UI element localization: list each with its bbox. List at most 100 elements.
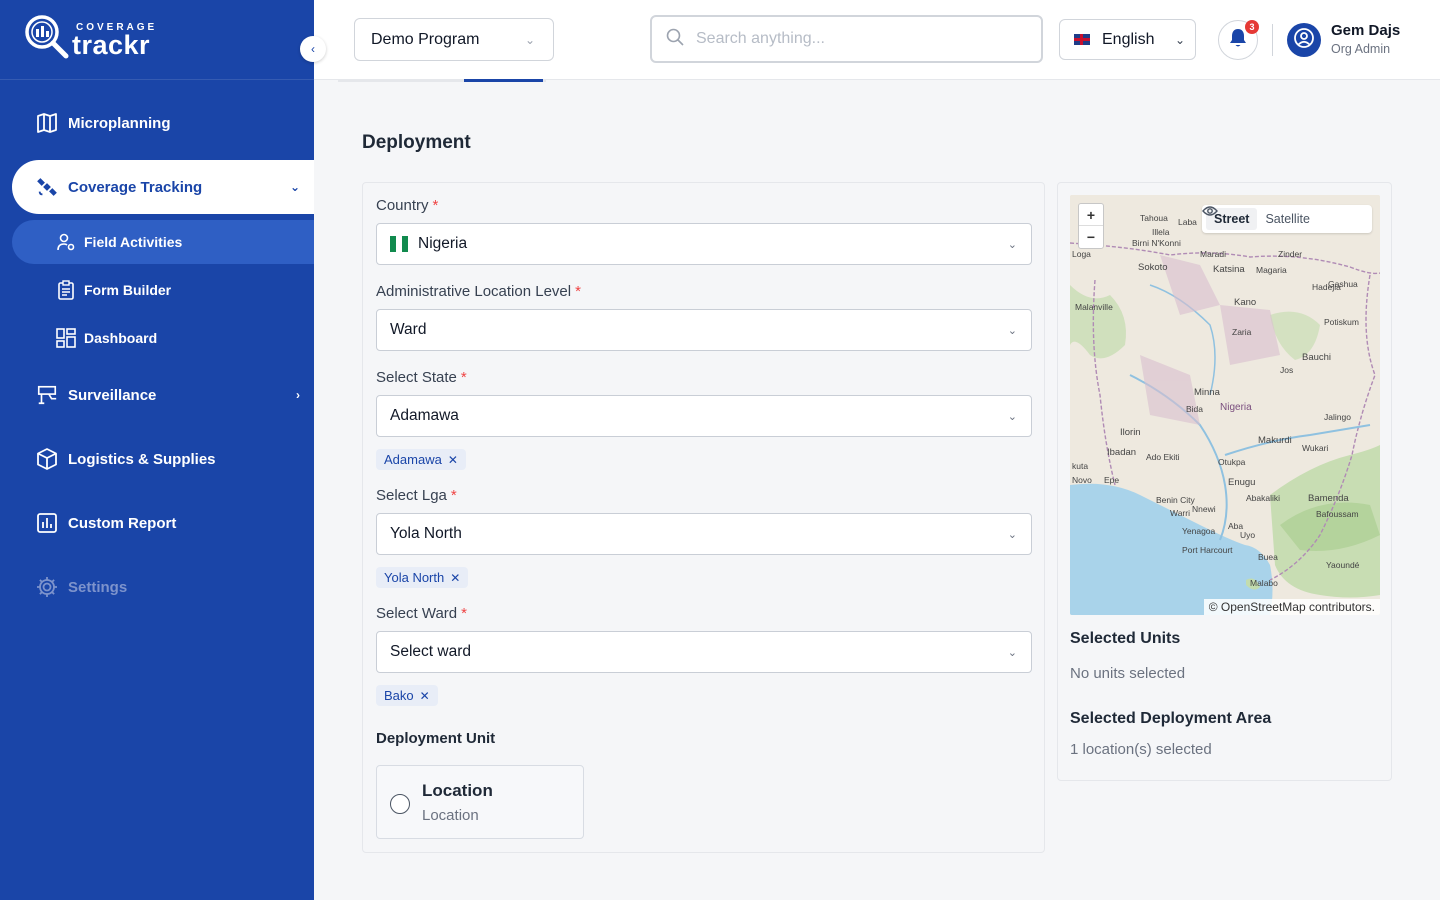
selected-area-heading: Selected Deployment Area — [1070, 710, 1272, 727]
active-tab-indicator — [464, 79, 543, 82]
admin-level-select[interactable]: Ward ⌄ — [376, 309, 1032, 351]
sidebar-item-custom-report[interactable]: Custom Report — [12, 496, 314, 550]
sidebar-item-label: Microplanning — [68, 114, 171, 132]
ward-select[interactable]: Select ward ⌄ — [376, 631, 1032, 673]
svg-text:Wukari: Wukari — [1302, 443, 1328, 453]
svg-text:Laba: Laba — [1178, 217, 1197, 227]
chip-label: Bako — [384, 688, 414, 703]
lga-select[interactable]: Yola North ⌄ — [376, 513, 1032, 555]
admin-level-label: Administrative Location Level * — [376, 283, 581, 300]
svg-text:Zaria: Zaria — [1232, 327, 1252, 337]
deployment-unit-option[interactable]: Location Location — [376, 765, 584, 839]
sidebar-divider — [0, 79, 314, 80]
sidebar-item-form-builder[interactable]: Form Builder — [12, 268, 314, 312]
svg-text:Ado Ekiti: Ado Ekiti — [1146, 452, 1180, 462]
map-attribution[interactable]: © OpenStreetMap contributors. — [1203, 599, 1380, 615]
search-input[interactable] — [696, 30, 1016, 48]
cctv-icon — [36, 384, 58, 406]
svg-text:Yenagoa: Yenagoa — [1182, 526, 1216, 536]
nigeria-flag-icon — [390, 236, 408, 252]
state-select[interactable]: Adamawa ⌄ — [376, 395, 1032, 437]
zoom-out-button[interactable]: − — [1079, 226, 1103, 248]
dashboard-icon — [56, 328, 76, 348]
sidebar-item-field-activities[interactable]: Field Activities — [12, 220, 314, 264]
svg-text:Magaria: Magaria — [1256, 265, 1287, 275]
svg-text:Yaoundé: Yaoundé — [1326, 560, 1360, 570]
chevron-down-icon: ⌄ — [1007, 410, 1017, 423]
sidebar-item-label: Coverage Tracking — [68, 178, 203, 196]
logo-icon — [25, 15, 69, 59]
top-header: Demo Program ⌄ English ⌄ 3 Gem Dajs Org … — [314, 0, 1440, 80]
ward-value: Select ward — [390, 643, 471, 660]
country-select[interactable]: Nigeria ⌄ — [376, 223, 1032, 265]
svg-text:Loga: Loga — [1072, 249, 1091, 259]
svg-text:Gashua: Gashua — [1328, 279, 1358, 289]
sidebar-item-label: Dashboard — [84, 330, 158, 346]
deployment-summary-panel: Tahoua Laba Illela Birni N'Konni Maradi Zin… — [1057, 182, 1392, 781]
svg-text:Kano: Kano — [1234, 297, 1256, 308]
svg-text:Bauchi: Bauchi — [1302, 352, 1331, 363]
svg-text:Novo: Novo — [1072, 475, 1092, 485]
svg-text:kuta: kuta — [1072, 461, 1088, 471]
svg-text:Jalingo: Jalingo — [1324, 412, 1351, 422]
lga-label: Select Lga * — [376, 487, 457, 504]
notifications-button[interactable]: 3 — [1218, 20, 1259, 60]
sidebar-item-label: Custom Report — [68, 514, 177, 532]
sidebar: COVERAGE trackr Microplanning Coverage T… — [0, 0, 314, 900]
svg-text:Uyo: Uyo — [1240, 530, 1255, 540]
notification-badge: 3 — [1245, 20, 1259, 34]
chip-label: Yola North — [384, 570, 445, 585]
svg-text:Ilorin: Ilorin — [1120, 427, 1141, 438]
option-subtitle: Location — [422, 807, 479, 824]
svg-text:Abakaliki: Abakaliki — [1246, 493, 1280, 503]
lga-value: Yola North — [390, 525, 462, 542]
chevron-down-icon: ⌄ — [1007, 646, 1017, 659]
sidebar-item-coverage-tracking[interactable]: Coverage Tracking ⌄ — [12, 160, 314, 214]
search-box[interactable] — [650, 15, 1043, 63]
user-role: Org Admin — [1331, 42, 1391, 56]
sidebar-item-settings[interactable]: Settings — [12, 560, 314, 614]
option-title: Location — [422, 781, 493, 800]
selected-units-heading: Selected Units — [1070, 630, 1181, 647]
user-name[interactable]: Gem Dajs — [1331, 22, 1400, 39]
zoom-in-button[interactable]: + — [1079, 204, 1103, 226]
selected-area-text: 1 location(s) selected — [1070, 741, 1212, 758]
sidebar-item-surveillance[interactable]: Surveillance › — [12, 368, 314, 422]
location-radio[interactable] — [390, 794, 410, 814]
sidebar-item-label: Form Builder — [84, 282, 172, 298]
svg-text:Warri: Warri — [1170, 508, 1190, 518]
remove-chip-icon[interactable]: ✕ — [420, 689, 430, 703]
svg-text:Buea: Buea — [1258, 552, 1278, 562]
user-circle-icon — [1293, 27, 1315, 54]
chevron-right-icon: › — [296, 388, 300, 402]
brand-logo[interactable]: COVERAGE trackr — [24, 14, 224, 66]
map-view[interactable]: Tahoua Laba Illela Birni N'Konni Maradi Zin… — [1070, 195, 1380, 615]
program-select-value: Demo Program — [371, 30, 480, 48]
svg-text:Tahoua: Tahoua — [1140, 213, 1168, 223]
chevron-down-icon: ⌄ — [1007, 324, 1017, 337]
sidebar-item-dashboard[interactable]: Dashboard — [12, 316, 314, 360]
country-label: Country * — [376, 197, 439, 214]
svg-text:Nnewi: Nnewi — [1192, 504, 1216, 514]
svg-text:Potiskum: Potiskum — [1324, 317, 1359, 327]
state-chip: Adamawa ✕ — [376, 449, 466, 470]
deployment-unit-heading: Deployment Unit — [376, 730, 496, 747]
remove-chip-icon[interactable]: ✕ — [450, 571, 460, 585]
svg-text:Bida: Bida — [1186, 404, 1203, 414]
language-select[interactable]: English ⌄ — [1059, 19, 1196, 60]
satellite-layer-button[interactable]: Satellite — [1257, 208, 1317, 230]
remove-chip-icon[interactable]: ✕ — [448, 453, 458, 467]
svg-text:Birni N'Konni: Birni N'Konni — [1132, 238, 1181, 248]
sidebar-item-logistics[interactable]: Logistics & Supplies — [12, 432, 314, 486]
report-chart-icon — [36, 512, 58, 534]
svg-text:Enugu: Enugu — [1228, 477, 1255, 488]
program-select[interactable]: Demo Program ⌄ — [354, 18, 554, 61]
state-value: Adamawa — [390, 407, 459, 424]
chip-label: Adamawa — [384, 452, 442, 467]
sidebar-item-microplanning[interactable]: Microplanning — [12, 96, 314, 150]
language-value: English — [1102, 30, 1155, 48]
chevron-down-icon: ⌄ — [1174, 32, 1185, 47]
avatar[interactable] — [1287, 23, 1321, 57]
svg-text:Maradi: Maradi — [1200, 249, 1226, 259]
collapse-sidebar-button[interactable]: ‹ — [300, 36, 326, 62]
